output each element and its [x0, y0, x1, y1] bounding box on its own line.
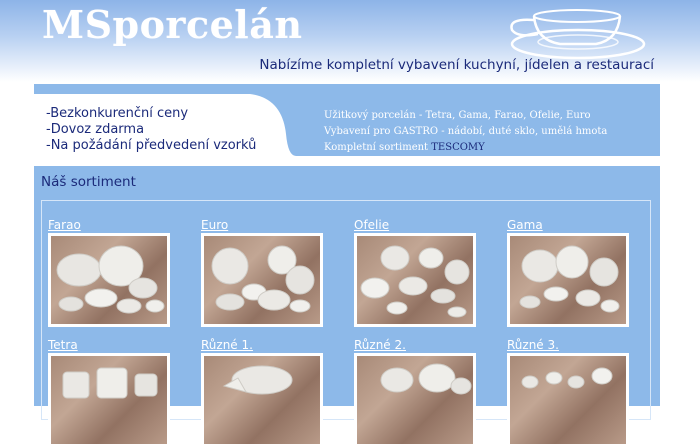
product-item-farao: Farao: [48, 218, 170, 327]
site-header: MSporcelán Nabízíme kompletní vybavení k…: [0, 0, 700, 82]
product-photo-ruzne-2[interactable]: [354, 353, 476, 447]
feature-item: -Na požádání předvedení vzorků: [46, 138, 257, 153]
product-item-ruzne-3: Různé 3.: [507, 338, 629, 447]
product-item-ruzne-2: Různé 2.: [354, 338, 476, 447]
product-link-gama[interactable]: Gama: [507, 218, 629, 232]
product-link-ruzne-3[interactable]: Různé 3.: [507, 338, 629, 352]
feature-item: -Bezkonkurenční ceny: [46, 106, 189, 121]
product-photo-ruzne-1[interactable]: [201, 353, 323, 447]
feature-item: -Dovoz zdarma: [46, 122, 145, 137]
product-photo-ruzne-3[interactable]: [507, 353, 629, 447]
product-photo-euro[interactable]: [201, 233, 323, 327]
info-line-prefix: Kompletní sortiment: [324, 142, 432, 153]
info-text: Užitkový porcelán - Tetra, Gama, Farao, …: [324, 108, 607, 156]
product-photo-gama[interactable]: [507, 233, 629, 327]
site-tagline: Nabízíme kompletní vybavení kuchyní, jíd…: [259, 57, 654, 73]
product-link-ofelie[interactable]: Ofelie: [354, 218, 476, 232]
info-line: Kompletní sortiment TESCOMY: [324, 140, 607, 156]
product-link-euro[interactable]: Euro: [201, 218, 323, 232]
product-item-tetra: Tetra: [48, 338, 170, 447]
product-photo-ofelie[interactable]: [354, 233, 476, 327]
feature-list: -Bezkonkurenční ceny -Dovoz zdarma -Na p…: [46, 106, 256, 154]
info-line: Vybavení pro GASTRO - nádobí, duté sklo,…: [324, 126, 608, 137]
product-item-gama: Gama: [507, 218, 629, 327]
product-item-ruzne-1: Různé 1.: [201, 338, 323, 447]
info-line: Užitkový porcelán - Tetra, Gama, Farao, …: [324, 110, 591, 121]
product-item-euro: Euro: [201, 218, 323, 327]
product-link-farao[interactable]: Farao: [48, 218, 170, 232]
teacup-icon: [510, 9, 646, 60]
product-photo-tetra[interactable]: [48, 353, 170, 447]
product-link-ruzne-1[interactable]: Různé 1.: [201, 338, 323, 352]
catalog-section: Náš sortiment Farao Euro Ofelie Gama Tet…: [34, 166, 660, 447]
promo-banner: -Bezkonkurenční ceny -Dovoz zdarma -Na p…: [34, 84, 660, 156]
site-logo[interactable]: MSporcelán: [42, 2, 302, 47]
product-item-ofelie: Ofelie: [354, 218, 476, 327]
tescoma-brand-link[interactable]: TESCOMY: [431, 142, 485, 153]
product-link-ruzne-2[interactable]: Různé 2.: [354, 338, 476, 352]
section-title: Náš sortiment: [41, 174, 136, 190]
product-photo-farao[interactable]: [48, 233, 170, 327]
product-link-tetra[interactable]: Tetra: [48, 338, 170, 352]
